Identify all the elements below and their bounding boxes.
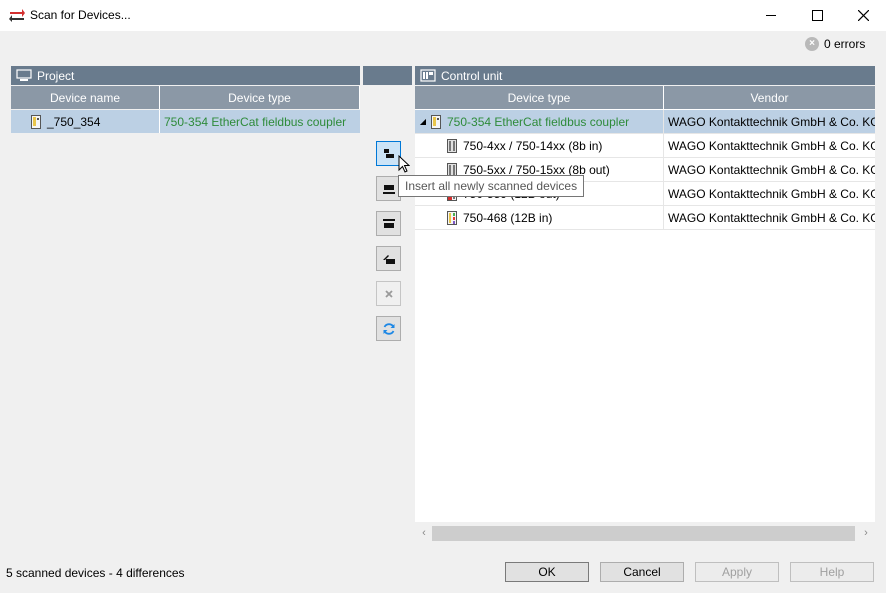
device-type-cell: 750-354 EtherCat fieldbus coupler bbox=[164, 114, 347, 129]
controller-icon bbox=[420, 69, 436, 82]
delete-button[interactable] bbox=[376, 281, 401, 306]
maximize-icon bbox=[811, 10, 823, 21]
help-button[interactable]: Help bbox=[790, 562, 874, 582]
vendor-cell: WAGO Kontakttechnik GmbH & Co. KG bbox=[668, 114, 875, 129]
ctrl-device-type-cell: ◢ 750-354 EtherCat fieldbus coupler bbox=[415, 110, 664, 133]
insert-device-icon bbox=[382, 184, 395, 194]
error-indicator[interactable]: × 0 errors bbox=[805, 36, 865, 52]
refresh-button[interactable] bbox=[376, 316, 401, 341]
copy-device-button[interactable] bbox=[376, 246, 401, 271]
column-vendor[interactable]: Vendor bbox=[664, 86, 875, 109]
replace-device-button[interactable] bbox=[376, 211, 401, 236]
scroll-left-icon[interactable]: ‹ bbox=[418, 527, 430, 541]
vendor-cell: WAGO Kontakttechnik GmbH & Co. KG bbox=[668, 210, 875, 225]
column-device-name[interactable]: Device name bbox=[11, 86, 160, 109]
column-device-type[interactable]: Device type bbox=[160, 86, 360, 109]
project-column-headers: Device name Device type bbox=[11, 86, 360, 109]
project-row[interactable]: _750_354 750-354 EtherCat fieldbus coupl… bbox=[11, 110, 360, 133]
control-row[interactable]: 750-4xx / 750-14xx (8b in) WAGO Kontaktt… bbox=[415, 134, 875, 158]
tooltip: Insert all newly scanned devices bbox=[398, 175, 585, 197]
device-name: _750_354 bbox=[47, 114, 101, 129]
copy-device-icon bbox=[382, 254, 395, 264]
insert-all-icon bbox=[383, 148, 394, 158]
ok-button[interactable]: OK bbox=[505, 562, 589, 582]
refresh-icon bbox=[383, 322, 394, 335]
control-row[interactable]: 750-468 (12B in) WAGO Kontakttechnik Gmb… bbox=[415, 206, 875, 230]
scroll-right-icon[interactable]: › bbox=[860, 527, 872, 541]
vendor-cell: WAGO Kontakttechnik GmbH & Co. KG bbox=[668, 186, 875, 201]
input-module-icon bbox=[447, 210, 457, 225]
scrollbar-thumb[interactable] bbox=[432, 526, 855, 541]
control-unit-title: Control unit bbox=[441, 68, 503, 83]
project-title: Project bbox=[37, 68, 75, 83]
status-text: 5 scanned devices - 4 differences bbox=[6, 566, 185, 580]
column-ctrl-device-type[interactable]: Device type bbox=[415, 86, 664, 109]
vendor-cell: WAGO Kontakttechnik GmbH & Co. KG bbox=[668, 138, 875, 153]
maximize-button[interactable] bbox=[794, 0, 840, 31]
computer-icon bbox=[16, 69, 32, 81]
error-circle-icon: × bbox=[805, 37, 819, 51]
control-column-headers: Device type Vendor bbox=[415, 86, 875, 109]
coupler-icon bbox=[31, 114, 41, 129]
minimize-button[interactable] bbox=[748, 0, 794, 31]
mouse-cursor-icon bbox=[398, 155, 410, 173]
close-button[interactable] bbox=[840, 0, 886, 31]
vendor-cell: WAGO Kontakttechnik GmbH & Co. KG bbox=[668, 162, 875, 177]
ctrl-device-type: 750-354 EtherCat fieldbus coupler bbox=[447, 114, 630, 129]
delete-icon bbox=[384, 289, 393, 298]
control-row[interactable]: ◢ 750-354 EtherCat fieldbus coupler WAGO… bbox=[415, 110, 875, 134]
ctrl-device-type: 750-4xx / 750-14xx (8b in) bbox=[463, 138, 603, 153]
project-panel-header: Project bbox=[11, 66, 360, 85]
ctrl-device-type-cell: 750-4xx / 750-14xx (8b in) bbox=[415, 134, 664, 157]
minimize-icon bbox=[765, 15, 776, 16]
replace-device-icon bbox=[382, 218, 395, 228]
device-name-cell: _750_354 bbox=[11, 110, 160, 133]
compare-header bbox=[363, 66, 412, 85]
close-icon bbox=[857, 10, 869, 21]
scan-arrows-icon bbox=[9, 9, 25, 22]
module-icon bbox=[447, 138, 457, 153]
collapse-arrow-icon[interactable]: ◢ bbox=[415, 117, 431, 126]
ctrl-device-type-cell: 750-468 (12B in) bbox=[415, 206, 664, 229]
coupler-icon bbox=[431, 114, 441, 129]
window-title: Scan for Devices... bbox=[30, 8, 131, 22]
control-unit-panel-header: Control unit bbox=[415, 66, 875, 85]
apply-button[interactable]: Apply bbox=[695, 562, 779, 582]
error-count: 0 errors bbox=[824, 37, 866, 51]
ctrl-device-type: 750-468 (12B in) bbox=[463, 210, 553, 225]
cancel-button[interactable]: Cancel bbox=[600, 562, 684, 582]
